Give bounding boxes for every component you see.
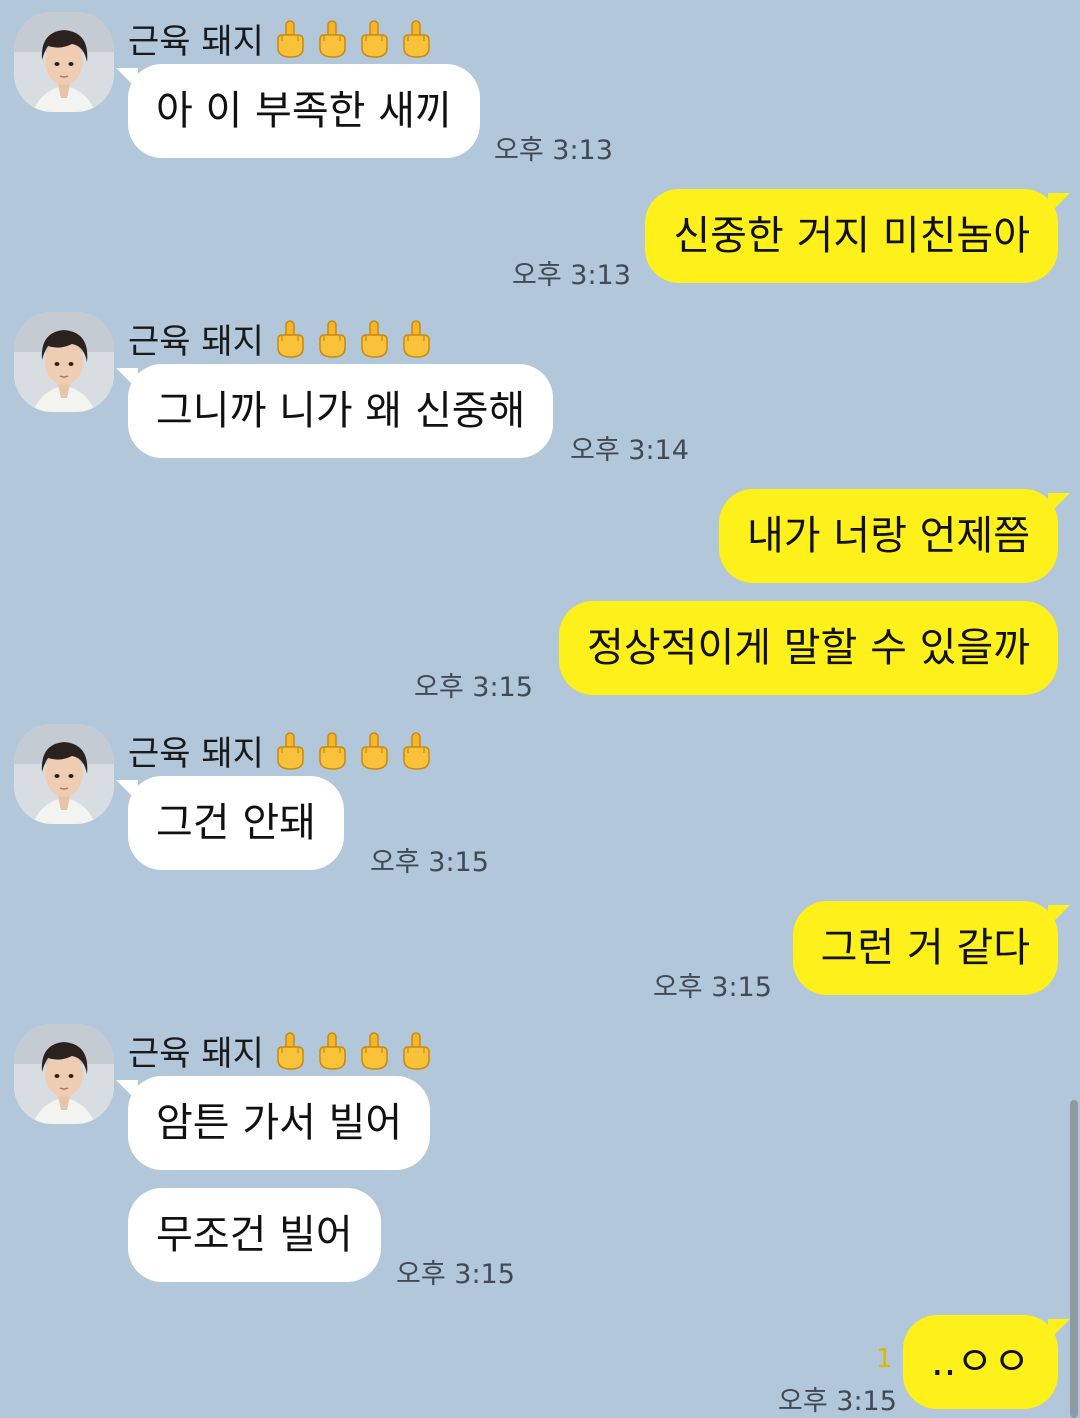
sender-name: 근육 돼지 (128, 734, 264, 774)
avatar[interactable] (14, 12, 114, 112)
message-time: 오후 3:15 (370, 847, 489, 878)
scrollbar[interactable] (1070, 1100, 1078, 1418)
sender-name-row: 근육 돼지 (128, 1026, 434, 1075)
middle-finger-emoji-icon (314, 731, 350, 771)
sender-name: 근육 돼지 (128, 1034, 264, 1074)
message-time: 오후 3:13 (494, 135, 613, 166)
sender-name-row: 근육 돼지 (128, 726, 434, 775)
unread-count: 1 (876, 1344, 893, 1374)
message-time: 오후 3:15 (396, 1259, 515, 1290)
incoming-message[interactable]: 그건 안돼 (116, 776, 344, 870)
message-time: 오후 3:15 (414, 672, 533, 703)
middle-finger-emoji-icon (314, 319, 350, 359)
middle-finger-emoji-icon (356, 319, 392, 359)
middle-finger-emoji-icon (356, 731, 392, 771)
avatar[interactable] (14, 1024, 114, 1124)
avatar[interactable] (14, 724, 114, 824)
outgoing-message[interactable]: 그런 거 같다 (792, 901, 1071, 995)
middle-finger-emoji-icon (398, 319, 434, 359)
middle-finger-emoji-icon (314, 19, 350, 59)
sender-name: 근육 돼지 (128, 322, 264, 362)
incoming-message[interactable]: 암튼 가서 빌어 (115, 1076, 431, 1170)
middle-finger-emoji-icon (272, 1031, 308, 1071)
incoming-message[interactable]: 그니까 니가 왜 신중해 (115, 364, 554, 458)
sender-name-row: 근육 돼지 (128, 14, 434, 63)
middle-finger-emoji-icon (272, 319, 308, 359)
outgoing-message[interactable]: ..ㅇㅇ (902, 1315, 1071, 1409)
middle-finger-emoji-icon (398, 731, 434, 771)
middle-finger-emoji-icon (356, 1031, 392, 1071)
incoming-message[interactable]: 무조건 빌어 (128, 1188, 381, 1282)
avatar[interactable] (14, 312, 114, 412)
message-time: 오후 3:15 (778, 1386, 897, 1417)
outgoing-message[interactable]: 신중한 거지 미친놈아 (645, 189, 1070, 283)
outgoing-message[interactable]: 내가 너랑 언제쯤 (718, 489, 1071, 583)
message-time: 오후 3:13 (512, 260, 631, 291)
message-time: 오후 3:14 (570, 435, 689, 466)
middle-finger-emoji-icon (398, 1031, 434, 1071)
middle-finger-emoji-icon (272, 19, 308, 59)
middle-finger-emoji-icon (398, 19, 434, 59)
middle-finger-emoji-icon (272, 731, 308, 771)
middle-finger-emoji-icon (314, 1031, 350, 1071)
middle-finger-emoji-icon (356, 19, 392, 59)
outgoing-message[interactable]: 정상적이게 말할 수 있을까 (559, 601, 1058, 695)
message-time: 오후 3:15 (653, 972, 772, 1003)
sender-name-row: 근육 돼지 (128, 314, 434, 363)
sender-name: 근육 돼지 (128, 22, 264, 62)
incoming-message[interactable]: 아 이 부족한 새끼 (116, 64, 480, 158)
